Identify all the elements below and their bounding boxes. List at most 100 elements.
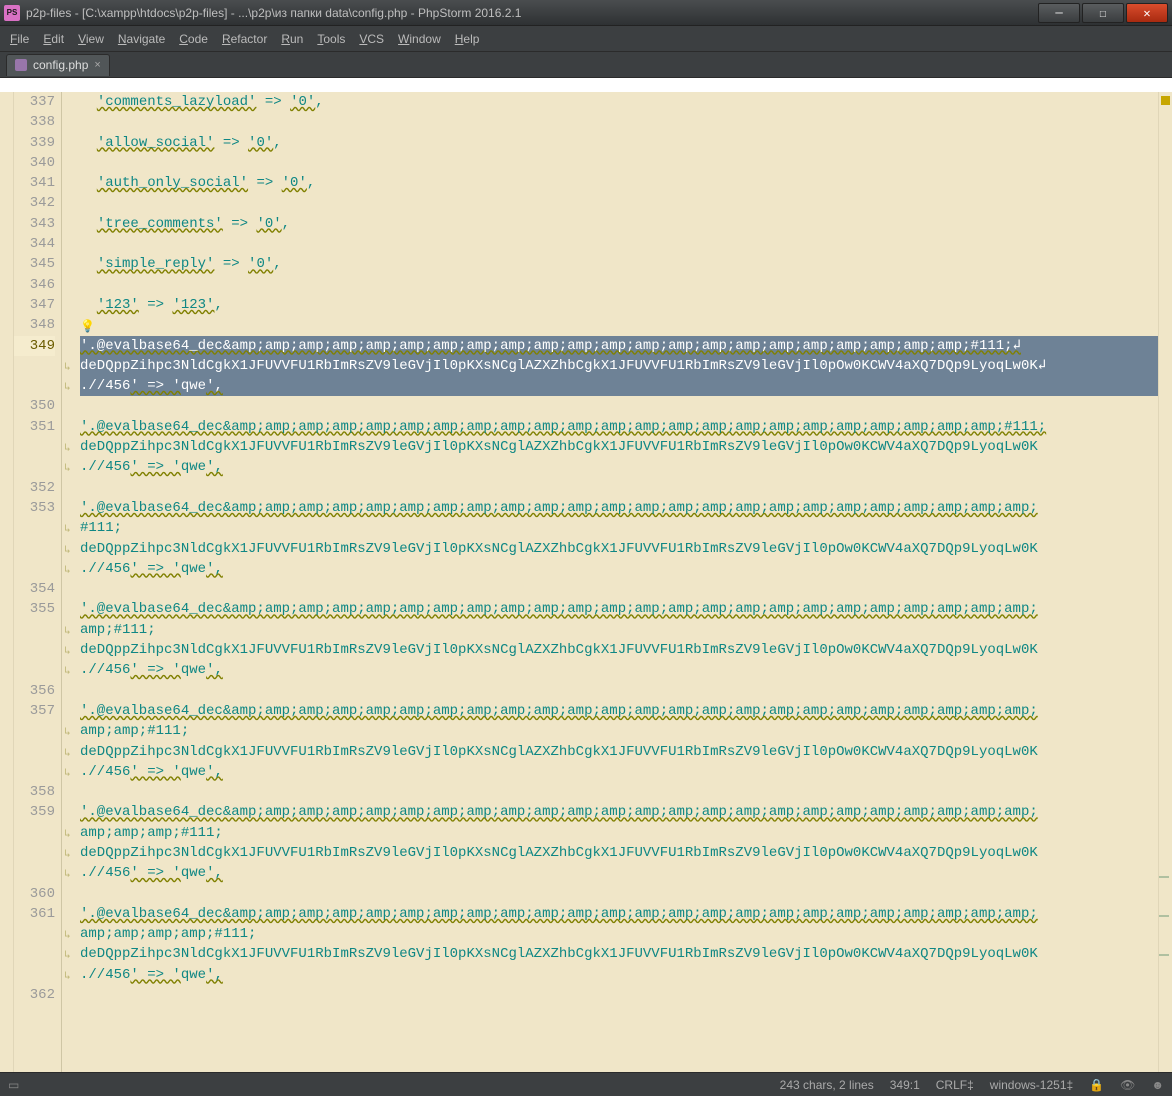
- code-line[interactable]: '.@evalbase64_dec&amp;amp;amp;amp;amp;am…: [80, 701, 1158, 721]
- line-number[interactable]: [14, 376, 55, 396]
- menu-refactor[interactable]: Refactor: [222, 32, 267, 46]
- code-line[interactable]: ↳amp;amp;amp;#111;: [80, 823, 1158, 843]
- code-line[interactable]: 'tree_comments' => '0',: [80, 214, 1158, 234]
- code-line[interactable]: ↳deDQppZihpc3NldCgkX1JFUVVFU1RbImRsZV9le…: [80, 437, 1158, 457]
- caret-position[interactable]: 349:1: [890, 1078, 920, 1092]
- line-number[interactable]: [14, 823, 55, 843]
- line-number[interactable]: 349: [14, 336, 55, 356]
- line-number[interactable]: [14, 356, 55, 376]
- maximize-button[interactable]: [1082, 3, 1124, 23]
- line-number[interactable]: 346: [14, 275, 55, 295]
- code-line[interactable]: ↳amp;amp;amp;amp;#111;: [80, 924, 1158, 944]
- code-line[interactable]: [80, 112, 1158, 132]
- line-number[interactable]: 351: [14, 417, 55, 437]
- menu-tools[interactable]: Tools: [317, 32, 345, 46]
- inspector-icon[interactable]: 👁: [1120, 1078, 1135, 1092]
- line-number[interactable]: 355: [14, 599, 55, 619]
- line-number[interactable]: 352: [14, 478, 55, 498]
- line-number[interactable]: 345: [14, 254, 55, 274]
- line-number[interactable]: [14, 539, 55, 559]
- line-number[interactable]: [14, 559, 55, 579]
- code-line[interactable]: '.@evalbase64_dec&amp;amp;amp;amp;amp;am…: [80, 599, 1158, 619]
- line-number[interactable]: [14, 843, 55, 863]
- menu-vcs[interactable]: VCS: [359, 32, 384, 46]
- code-line[interactable]: [80, 153, 1158, 173]
- line-number[interactable]: [14, 518, 55, 538]
- line-number[interactable]: 361: [14, 904, 55, 924]
- tab-config-php[interactable]: config.php ×: [6, 54, 110, 76]
- code-line[interactable]: ↳.//456' => 'qwe',: [80, 457, 1158, 477]
- code-line[interactable]: [80, 275, 1158, 295]
- line-number[interactable]: [14, 620, 55, 640]
- code-line[interactable]: ↳#111;: [80, 518, 1158, 538]
- code-line[interactable]: 💡: [80, 315, 1158, 335]
- line-separator[interactable]: CRLF‡: [936, 1078, 974, 1092]
- code-line[interactable]: '.@evalbase64_dec&amp;amp;amp;amp;amp;am…: [80, 336, 1158, 356]
- code-line[interactable]: ↳amp;amp;#111;: [80, 721, 1158, 741]
- hector-icon[interactable]: ☻: [1151, 1078, 1164, 1092]
- code-line[interactable]: [80, 234, 1158, 254]
- code-line[interactable]: [80, 579, 1158, 599]
- line-number[interactable]: 340: [14, 153, 55, 173]
- line-number[interactable]: [14, 457, 55, 477]
- line-number[interactable]: [14, 640, 55, 660]
- code-line[interactable]: ↳.//456' => 'qwe',: [80, 863, 1158, 883]
- code-line[interactable]: ↳.//456' => 'qwe',: [80, 965, 1158, 985]
- line-number[interactable]: 357: [14, 701, 55, 721]
- menu-help[interactable]: Help: [455, 32, 480, 46]
- file-encoding[interactable]: windows-1251‡: [990, 1078, 1073, 1092]
- code-line[interactable]: '123' => '123',: [80, 295, 1158, 315]
- line-number[interactable]: [14, 721, 55, 741]
- line-number[interactable]: 359: [14, 802, 55, 822]
- line-number[interactable]: [14, 924, 55, 944]
- code-line[interactable]: [80, 681, 1158, 701]
- code-line[interactable]: '.@evalbase64_dec&amp;amp;amp;amp;amp;am…: [80, 417, 1158, 437]
- code-line[interactable]: [80, 782, 1158, 802]
- line-number[interactable]: 338: [14, 112, 55, 132]
- line-number[interactable]: 341: [14, 173, 55, 193]
- code-line[interactable]: [80, 985, 1158, 1005]
- menu-window[interactable]: Window: [398, 32, 441, 46]
- code-line[interactable]: 'comments_lazyload' => '0',: [80, 92, 1158, 112]
- line-number[interactable]: 342: [14, 193, 55, 213]
- code-line[interactable]: ↳deDQppZihpc3NldCgkX1JFUVVFU1RbImRsZV9le…: [80, 640, 1158, 660]
- line-number[interactable]: [14, 742, 55, 762]
- line-number-gutter[interactable]: 337338339340341342343344345346347348349 …: [14, 92, 62, 1072]
- menu-edit[interactable]: Edit: [43, 32, 64, 46]
- error-stripe[interactable]: [1158, 92, 1172, 1072]
- line-number[interactable]: 344: [14, 234, 55, 254]
- menu-run[interactable]: Run: [281, 32, 303, 46]
- line-number[interactable]: 350: [14, 396, 55, 416]
- code-line[interactable]: ↳deDQppZihpc3NldCgkX1JFUVVFU1RbImRsZV9le…: [80, 742, 1158, 762]
- minimize-button[interactable]: [1038, 3, 1080, 23]
- line-number[interactable]: [14, 437, 55, 457]
- line-number[interactable]: 358: [14, 782, 55, 802]
- code-line[interactable]: ↳.//456' => 'qwe',: [80, 762, 1158, 782]
- code-area[interactable]: 'comments_lazyload' => '0', 'allow_socia…: [62, 92, 1158, 1072]
- line-number[interactable]: 353: [14, 498, 55, 518]
- line-number[interactable]: [14, 762, 55, 782]
- line-number[interactable]: 348: [14, 315, 55, 335]
- code-line[interactable]: '.@evalbase64_dec&amp;amp;amp;amp;amp;am…: [80, 802, 1158, 822]
- code-line[interactable]: [80, 478, 1158, 498]
- line-number[interactable]: 343: [14, 214, 55, 234]
- line-number[interactable]: [14, 660, 55, 680]
- code-line[interactable]: ↳.//456' => 'qwe',: [80, 660, 1158, 680]
- code-line[interactable]: 'auth_only_social' => '0',: [80, 173, 1158, 193]
- code-line[interactable]: 'simple_reply' => '0',: [80, 254, 1158, 274]
- code-line[interactable]: ↳deDQppZihpc3NldCgkX1JFUVVFU1RbImRsZV9le…: [80, 944, 1158, 964]
- menu-file[interactable]: File: [10, 32, 29, 46]
- close-button[interactable]: [1126, 3, 1168, 23]
- line-number[interactable]: 360: [14, 884, 55, 904]
- line-number[interactable]: 337: [14, 92, 55, 112]
- code-line[interactable]: ↳deDQppZihpc3NldCgkX1JFUVVFU1RbImRsZV9le…: [80, 539, 1158, 559]
- close-tab-icon[interactable]: ×: [94, 59, 100, 71]
- code-line[interactable]: ↳.//456' => 'qwe',: [80, 376, 1158, 396]
- code-line[interactable]: ↳deDQppZihpc3NldCgkX1JFUVVFU1RbImRsZV9le…: [80, 843, 1158, 863]
- line-number[interactable]: [14, 965, 55, 985]
- lock-icon[interactable]: 🔒: [1089, 1078, 1104, 1092]
- code-line[interactable]: [80, 193, 1158, 213]
- code-line[interactable]: '.@evalbase64_dec&amp;amp;amp;amp;amp;am…: [80, 904, 1158, 924]
- code-line[interactable]: [80, 396, 1158, 416]
- code-line[interactable]: [80, 884, 1158, 904]
